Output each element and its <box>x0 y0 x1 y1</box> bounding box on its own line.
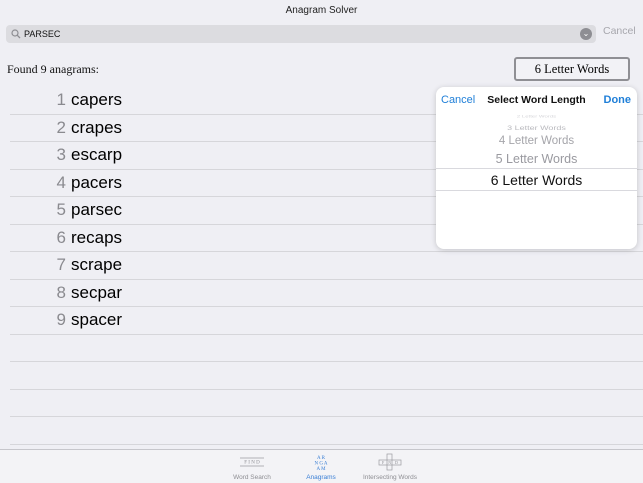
item-word: recaps <box>71 227 123 247</box>
item-number: 8 <box>56 282 66 302</box>
tab-word-search[interactable]: F I N D Word Search <box>217 450 287 483</box>
picker-selection-line <box>436 190 637 191</box>
tab-label: Anagrams <box>306 474 336 481</box>
window-title: Anagram Solver <box>285 5 358 16</box>
tab-intersecting-words[interactable]: F N D Intersecting Words <box>355 450 425 483</box>
empty-row <box>10 417 643 445</box>
word-length-button[interactable]: 6 Letter Words <box>514 57 630 81</box>
svg-text:F I N D: F I N D <box>244 461 260 466</box>
empty-row <box>10 335 643 362</box>
item-number: 7 <box>56 255 66 274</box>
search-bar: ⌄ <box>0 22 643 44</box>
item-word: capers <box>71 90 123 109</box>
picker-selected-option[interactable]: 6 Letter Words <box>436 172 637 188</box>
results-summary: Found 9 anagrams: <box>7 62 99 76</box>
tab-anagrams[interactable]: A R N G A A M Anagrams <box>286 450 356 483</box>
item-word: escarp <box>71 145 123 164</box>
item-number: 1 <box>56 90 66 109</box>
word-length-popover: Select Word Length Cancel Done 2 Letter … <box>436 87 637 249</box>
picker-option[interactable]: 3 Letter Words <box>436 125 637 132</box>
item-number: 6 <box>56 227 66 247</box>
picker-option[interactable]: 4 Letter Words <box>436 135 637 147</box>
list-item[interactable]: 7 scrape <box>10 252 643 280</box>
item-number: 4 <box>56 172 66 192</box>
picker-selection-line <box>436 168 637 169</box>
item-word: crapes <box>71 117 123 137</box>
empty-row <box>10 390 643 417</box>
svg-text:N: N <box>388 460 391 465</box>
item-word: pacers <box>71 172 123 192</box>
item-number: 3 <box>56 145 66 164</box>
svg-text:D: D <box>395 460 398 465</box>
tab-label: Intersecting Words <box>362 474 418 481</box>
item-word: parsec <box>71 200 123 219</box>
list-item[interactable]: 8 secpar <box>10 280 643 307</box>
list-item[interactable]: 9 spacer <box>10 307 643 335</box>
crossword-grid-icon: F N D <box>378 453 402 471</box>
word-search-grid-icon: F I N D <box>240 457 264 467</box>
popover-done-button[interactable]: Done <box>604 94 632 106</box>
svg-text:F: F <box>382 460 385 465</box>
item-number: 2 <box>56 117 66 137</box>
item-word: secpar <box>71 282 123 302</box>
search-field[interactable]: ⌄ <box>6 25 596 43</box>
item-word: scrape <box>71 255 123 274</box>
picker-option[interactable]: 2 Letter Words <box>436 115 637 118</box>
item-number: 9 <box>56 310 66 329</box>
anagram-letters-icon: A R N G A A M <box>314 456 327 471</box>
item-number: 5 <box>56 200 66 219</box>
tab-label: Word Search <box>233 474 271 481</box>
svg-text:A R: A R <box>317 456 326 461</box>
search-icon <box>11 29 21 39</box>
svg-text:N G A: N G A <box>314 462 327 467</box>
word-length-picker[interactable]: 2 Letter Words 3 Letter Words 4 Letter W… <box>436 115 637 249</box>
tab-bar: F I N D Word Search A R N G A A M Anagra… <box>0 449 643 483</box>
svg-text:A M: A M <box>316 467 326 471</box>
picker-option[interactable]: 5 Letter Words <box>436 152 637 166</box>
search-input[interactable] <box>24 25 564 43</box>
item-word: spacer <box>71 310 123 329</box>
search-cancel-button[interactable]: Cancel <box>603 25 636 37</box>
popover-cancel-button[interactable]: Cancel <box>441 94 475 106</box>
chevron-down-icon[interactable]: ⌄ <box>580 28 592 40</box>
empty-row <box>10 362 643 390</box>
